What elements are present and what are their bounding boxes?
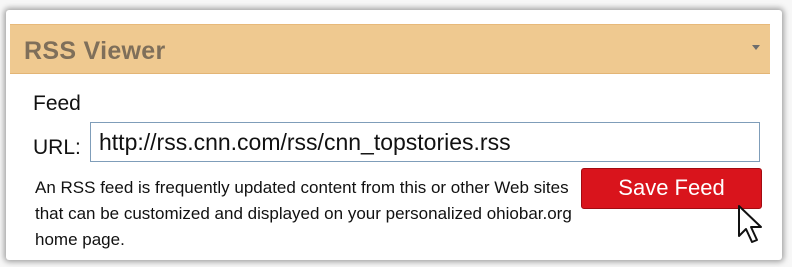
pointer-cursor-icon (738, 205, 762, 243)
widget-header[interactable]: RSS Viewer (10, 24, 770, 74)
url-label: URL: (33, 136, 81, 159)
screenshot-frame: RSS Viewer Feed URL: An RSS feed is freq… (0, 0, 792, 267)
widget-title: RSS Viewer (24, 37, 166, 65)
feed-description: An RSS feed is frequently updated conten… (35, 178, 572, 249)
feed-label: Feed (33, 92, 81, 115)
feed-url-input[interactable] (90, 122, 760, 162)
chevron-down-icon[interactable] (752, 45, 760, 50)
save-feed-button[interactable]: Save Feed (581, 168, 762, 209)
